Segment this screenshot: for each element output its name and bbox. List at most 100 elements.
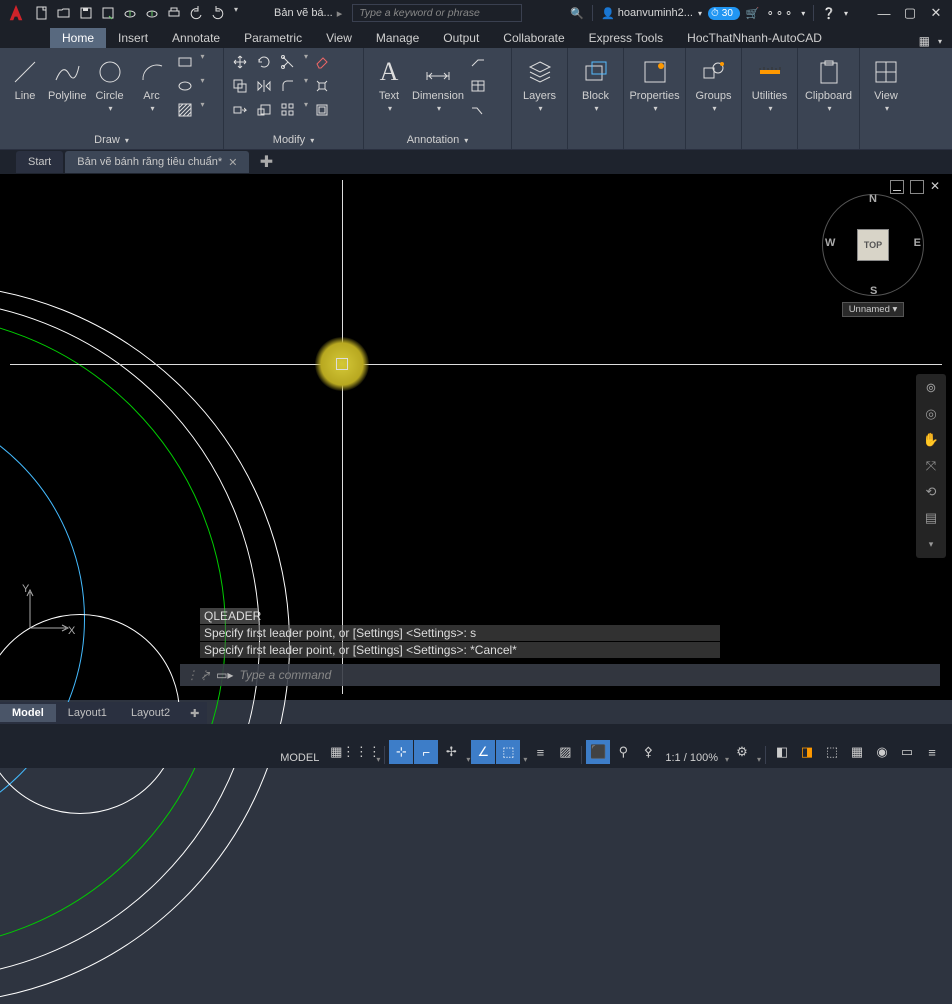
viewcube-e[interactable]: E: [914, 237, 921, 249]
view-button[interactable]: View▾: [867, 52, 905, 113]
tab-view[interactable]: View: [314, 28, 364, 48]
search-input[interactable]: Type a keyword or phrase: [352, 4, 522, 22]
dynamic-ucs-icon[interactable]: ⚴: [636, 740, 660, 764]
leader-icon[interactable]: [468, 52, 488, 72]
nav-menu-icon[interactable]: ▾: [922, 535, 940, 553]
line-button[interactable]: Line: [6, 52, 44, 102]
tab-manage[interactable]: Manage: [364, 28, 431, 48]
annotation-scale[interactable]: 1:1 / 100%: [661, 752, 722, 764]
utilities-button[interactable]: Utilities▾: [751, 52, 789, 113]
hardware-accel-icon[interactable]: ◉: [870, 740, 894, 764]
osnap-icon[interactable]: ⬚: [496, 740, 520, 764]
orbit-icon[interactable]: ⟲: [922, 483, 940, 501]
featured-apps-icon[interactable]: ▦: [919, 34, 930, 48]
tab-hocthatnhanh[interactable]: HocThatNhanh-AutoCAD: [675, 28, 834, 48]
lineweight-icon[interactable]: ≡: [528, 740, 552, 764]
clipboard-button[interactable]: Clipboard▾: [805, 52, 852, 113]
undo-icon[interactable]: [188, 5, 204, 21]
isodraft-icon[interactable]: ∠: [471, 740, 495, 764]
properties-button[interactable]: Properties▾: [630, 52, 679, 113]
viewcube[interactable]: TOP N S E W Unnamed ▾: [818, 194, 928, 324]
fillet-icon[interactable]: [278, 76, 298, 96]
close-button[interactable]: ✕: [926, 3, 946, 23]
help-icon[interactable]: ❔: [822, 7, 836, 20]
explode-icon[interactable]: [312, 76, 332, 96]
tab-start[interactable]: Start: [16, 151, 63, 173]
scale-icon[interactable]: [254, 100, 274, 120]
infer-icon[interactable]: ⊹: [389, 740, 413, 764]
new-icon[interactable]: [34, 5, 50, 21]
user-account[interactable]: 👤 hoanvuminh2... ▾: [601, 7, 702, 20]
isolate-icon[interactable]: ▦: [845, 740, 869, 764]
showmotion-icon[interactable]: ▤: [922, 509, 940, 527]
pan-icon[interactable]: ✋: [922, 431, 940, 449]
ellipse-icon[interactable]: [175, 76, 195, 96]
close-tab-icon[interactable]: ✕: [228, 156, 237, 169]
text-button[interactable]: AText▾: [370, 52, 408, 113]
tab-parametric[interactable]: Parametric: [232, 28, 314, 48]
mirror-icon[interactable]: [254, 76, 274, 96]
rotate-icon[interactable]: [254, 52, 274, 72]
add-layout-button[interactable]: ✚: [182, 704, 207, 723]
selection-cycling-icon[interactable]: ⬛: [586, 740, 610, 764]
block-button[interactable]: Block▾: [577, 52, 615, 113]
plot-icon[interactable]: [166, 5, 182, 21]
steering-wheel-icon[interactable]: ◎: [922, 405, 940, 423]
redo-icon[interactable]: [210, 5, 226, 21]
circle-button[interactable]: Circle▾: [91, 52, 129, 113]
copy-icon[interactable]: [230, 76, 250, 96]
layout-tab-model[interactable]: Model: [0, 704, 56, 722]
open-icon[interactable]: [56, 5, 72, 21]
cart-icon[interactable]: 🛒: [746, 7, 760, 20]
recent-commands-icon[interactable]: ↗: [200, 668, 210, 682]
polyline-button[interactable]: Polyline: [48, 52, 87, 102]
qat-dropdown-icon[interactable]: ▾: [234, 5, 238, 21]
layout-tab-1[interactable]: Layout1: [56, 704, 119, 722]
tab-collaborate[interactable]: Collaborate: [491, 28, 576, 48]
transparency-icon[interactable]: ▨: [553, 740, 577, 764]
ucs-name[interactable]: Unnamed ▾: [842, 302, 905, 317]
tab-output[interactable]: Output: [431, 28, 491, 48]
snap-icon[interactable]: ⋮⋮⋮: [349, 740, 373, 764]
stretch-icon[interactable]: [230, 100, 250, 120]
units-icon[interactable]: ◨: [795, 740, 819, 764]
layout-tab-2[interactable]: Layout2: [119, 704, 182, 722]
zoom-extents-icon[interactable]: ⤧: [922, 457, 940, 475]
viewcube-top[interactable]: TOP: [857, 229, 889, 261]
tab-home[interactable]: Home: [50, 28, 106, 48]
minimize-button[interactable]: —: [874, 3, 894, 23]
save-icon[interactable]: [78, 5, 94, 21]
cloud-open-icon[interactable]: [122, 5, 138, 21]
fullnav-icon[interactable]: ⊚: [922, 379, 940, 397]
ucs-icon[interactable]: YX: [18, 580, 78, 640]
cloud-save-icon[interactable]: [144, 5, 160, 21]
viewcube-w[interactable]: W: [825, 237, 835, 249]
tab-drawing[interactable]: Bản vẽ bánh răng tiêu chuẩn*✕: [65, 151, 249, 173]
viewcube-s[interactable]: S: [870, 285, 877, 297]
app-switcher-icon[interactable]: ⚬⚬⚬: [766, 7, 794, 20]
drawing-canvas[interactable]: ✕ TOP N S E W Unnamed ▾ ⊚ ◎ ✋ ⤧ ⟲ ▤ ▾ YX…: [0, 174, 952, 700]
groups-button[interactable]: Groups▾: [695, 52, 733, 113]
dimension-button[interactable]: Dimension▾: [412, 52, 464, 113]
command-input[interactable]: Type a command: [239, 668, 331, 682]
hatch-icon[interactable]: [175, 100, 195, 120]
clean-screen-icon[interactable]: ▭: [895, 740, 919, 764]
mleader-icon[interactable]: [468, 100, 488, 120]
vp-close-icon[interactable]: ✕: [930, 180, 944, 194]
cmdline-handle-icon[interactable]: ⋮⋮: [186, 668, 194, 682]
ortho-icon[interactable]: ⌐: [414, 740, 438, 764]
saveas-icon[interactable]: [100, 5, 116, 21]
offset-icon[interactable]: [312, 100, 332, 120]
arc-button[interactable]: Arc▾: [133, 52, 171, 113]
add-tab-button[interactable]: ✚: [255, 151, 277, 173]
search-icon[interactable]: 🔍: [570, 7, 584, 20]
layers-button[interactable]: Layers▾: [521, 52, 559, 113]
array-icon[interactable]: [278, 100, 298, 120]
rectangle-icon[interactable]: [175, 52, 195, 72]
tab-insert[interactable]: Insert: [106, 28, 160, 48]
tab-annotate[interactable]: Annotate: [160, 28, 232, 48]
table-icon[interactable]: [468, 76, 488, 96]
vp-minimize-icon[interactable]: [890, 180, 904, 194]
annotation-monitor-icon[interactable]: ◧: [770, 740, 794, 764]
quick-properties-icon[interactable]: ⬚: [820, 740, 844, 764]
